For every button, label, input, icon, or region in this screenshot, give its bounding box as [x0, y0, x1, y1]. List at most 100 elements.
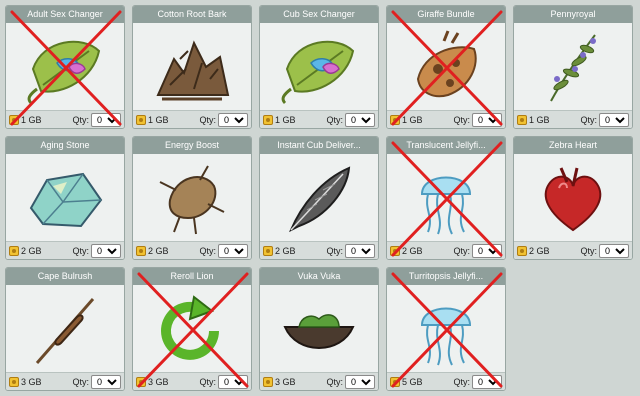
root-icon — [159, 165, 225, 234]
item-footer: 5 GB Qty: 012345 — [387, 372, 505, 390]
item-image — [387, 285, 505, 372]
shop-item-card: Translucent Jellyfi... 2 GB Qty: 012345 — [386, 136, 506, 260]
item-image — [6, 154, 124, 241]
feather-icon — [289, 165, 351, 232]
qty-label: Qty: — [199, 376, 216, 387]
qty-select[interactable]: 012345 — [345, 374, 375, 389]
gold-bar-icon — [136, 245, 146, 256]
item-price: 3 GB — [275, 376, 296, 387]
item-footer: 2 GB Qty: 012345 — [514, 241, 632, 259]
qty-select[interactable]: 012345 — [599, 112, 629, 127]
leaf-potion-icon — [281, 40, 355, 104]
item-footer: 2 GB Qty: 012345 — [387, 241, 505, 259]
qty-label: Qty: — [580, 114, 597, 125]
gold-bar-icon — [136, 376, 146, 387]
item-price: 2 GB — [148, 245, 169, 256]
bark-pile-icon — [156, 39, 230, 100]
item-image — [514, 154, 632, 241]
shop-item-card: Giraffe Bundle 1 GB Qty: 012345 — [386, 5, 506, 129]
qty-label: Qty: — [453, 376, 470, 387]
item-image — [387, 23, 505, 110]
gold-bar-icon — [390, 245, 400, 256]
item-price: 3 GB — [21, 376, 42, 387]
item-name: Cape Bulrush — [6, 268, 124, 285]
item-price: 1 GB — [402, 114, 423, 125]
item-name: Zebra Heart — [514, 137, 632, 154]
item-price: 2 GB — [21, 245, 42, 256]
item-name: Turritopsis Jellyfi... — [387, 268, 505, 285]
herb-sprig-icon — [550, 33, 596, 101]
qty-label: Qty: — [580, 245, 597, 256]
qty-label: Qty: — [326, 114, 343, 125]
item-footer: 1 GB Qty: 012345 — [387, 110, 505, 128]
qty-label: Qty: — [326, 376, 343, 387]
qty-select[interactable]: 012345 — [91, 243, 121, 258]
item-name: Reroll Lion — [133, 268, 251, 285]
item-image — [133, 23, 251, 110]
jellyfish-icon — [420, 307, 472, 365]
moss-bowl-icon — [283, 313, 355, 349]
qty-select[interactable]: 012345 — [599, 243, 629, 258]
gold-bar-icon — [517, 245, 527, 256]
item-image — [260, 23, 378, 110]
stone-icon — [29, 172, 103, 227]
item-footer: 2 GB Qty: 012345 — [133, 241, 251, 259]
qty-select[interactable]: 012345 — [218, 374, 248, 389]
qty-select[interactable]: 012345 — [91, 374, 121, 389]
item-image — [6, 23, 124, 110]
item-price: 5 GB — [402, 376, 423, 387]
qty-select[interactable]: 012345 — [472, 243, 502, 258]
item-image — [514, 23, 632, 110]
bulrush-icon — [35, 297, 95, 364]
heart-icon — [544, 166, 602, 231]
qty-select[interactable]: 012345 — [345, 243, 375, 258]
shop-item-card: Energy Boost 2 GB Qty: 012345 — [132, 136, 252, 260]
qty-select[interactable]: 012345 — [472, 374, 502, 389]
gold-bar-icon — [263, 114, 273, 125]
qty-select[interactable]: 012345 — [91, 112, 121, 127]
gold-bar-icon — [9, 376, 19, 387]
qty-select[interactable]: 012345 — [472, 112, 502, 127]
shop-item-card: Cotton Root Bark 1 GB Qty: 012345 — [132, 5, 252, 129]
gold-bar-icon — [9, 114, 19, 125]
shop-item-card: Reroll Lion 3 GB Qty: 012345 — [132, 267, 252, 391]
item-footer: 2 GB Qty: 012345 — [6, 241, 124, 259]
gold-bar-icon — [263, 376, 273, 387]
item-name: Translucent Jellyfi... — [387, 137, 505, 154]
item-name: Aging Stone — [6, 137, 124, 154]
gold-bar-icon — [390, 114, 400, 125]
item-name: Energy Boost — [133, 137, 251, 154]
jellyfish-icon — [420, 176, 472, 234]
qty-select[interactable]: 012345 — [345, 112, 375, 127]
item-image — [133, 154, 251, 241]
item-footer: 1 GB Qty: 012345 — [260, 110, 378, 128]
item-name: Giraffe Bundle — [387, 6, 505, 23]
item-footer: 3 GB Qty: 012345 — [133, 372, 251, 390]
item-price: 1 GB — [21, 114, 42, 125]
qty-select[interactable]: 012345 — [218, 243, 248, 258]
shop-item-card: Aging Stone 2 GB Qty: 012345 — [5, 136, 125, 260]
qty-label: Qty: — [453, 114, 470, 125]
shop-item-card: Zebra Heart 2 GB Qty: 012345 — [513, 136, 633, 260]
qty-select[interactable]: 012345 — [218, 112, 248, 127]
item-name: Pennyroyal — [514, 6, 632, 23]
qty-label: Qty: — [72, 376, 89, 387]
leaf-potion-icon — [27, 40, 101, 104]
shop-item-grid: Adult Sex Changer 1 GB Qty: 012345 Cotto… — [5, 5, 633, 391]
qty-label: Qty: — [326, 245, 343, 256]
item-footer: 3 GB Qty: 012345 — [260, 372, 378, 390]
item-name: Instant Cub Deliver... — [260, 137, 378, 154]
gold-bar-icon — [390, 376, 400, 387]
item-price: 2 GB — [275, 245, 296, 256]
item-price: 1 GB — [529, 114, 550, 125]
qty-label: Qty: — [72, 114, 89, 125]
qty-label: Qty: — [199, 114, 216, 125]
shop-item-card: Cub Sex Changer 1 GB Qty: 012345 — [259, 5, 379, 129]
item-footer: 1 GB Qty: 012345 — [514, 110, 632, 128]
item-name: Cub Sex Changer — [260, 6, 378, 23]
item-image — [387, 154, 505, 241]
item-footer: 3 GB Qty: 012345 — [6, 372, 124, 390]
shop-item-card: Cape Bulrush 3 GB Qty: 012345 — [5, 267, 125, 391]
gold-bar-icon — [136, 114, 146, 125]
item-price: 2 GB — [402, 245, 423, 256]
